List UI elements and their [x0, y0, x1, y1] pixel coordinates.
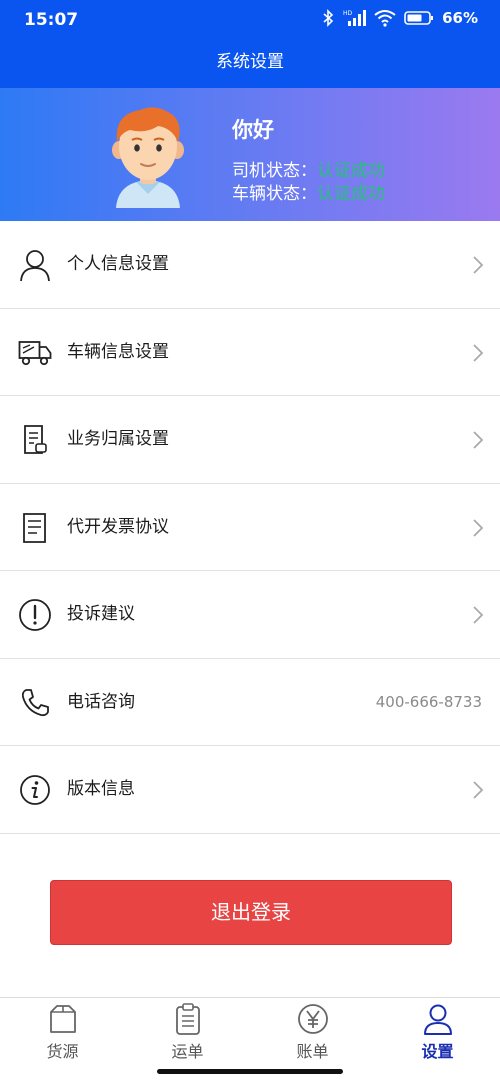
clipboard-icon — [176, 1003, 200, 1035]
logout-button[interactable]: 退出登录 — [50, 880, 452, 945]
vehicle-status-value: 认证成功 — [317, 184, 385, 204]
greeting: 你好 — [232, 118, 274, 142]
profile-banner: 你好 司机状态：认证成功 车辆状态：认证成功 — [0, 88, 500, 221]
menu-item-complaints[interactable]: 投诉建议 — [0, 571, 500, 659]
menu-label: 车辆信息设置 — [67, 341, 169, 362]
vehicle-status: 车辆状态：认证成功 — [232, 183, 385, 205]
status-time: 15:07 — [24, 10, 79, 30]
battery-icon — [404, 11, 434, 25]
tab-label: 运单 — [171, 1042, 204, 1061]
yen-icon — [298, 1004, 328, 1034]
person-icon — [20, 250, 50, 282]
svg-text:HD: HD — [343, 10, 353, 17]
status-bar: 15:07 HD 66% — [0, 0, 500, 40]
user-icon — [424, 1004, 452, 1035]
tab-label: 货源 — [46, 1042, 79, 1061]
document-icon — [24, 425, 47, 454]
tab-supply[interactable]: 货源 — [0, 998, 125, 1080]
menu-label: 个人信息设置 — [67, 254, 169, 274]
menu-item-personal-info[interactable]: 个人信息设置 — [0, 221, 500, 309]
avatar — [112, 107, 184, 208]
menu-item-invoice-agreement[interactable]: 代开发票协议 — [0, 483, 500, 571]
wifi-icon — [374, 10, 396, 27]
battery-percent: 66% — [442, 9, 478, 27]
driver-status-label: 司机状态： — [232, 161, 317, 181]
truck-icon — [18, 340, 52, 365]
tab-bill[interactable]: 账单 — [250, 998, 375, 1080]
bluetooth-icon — [323, 9, 334, 27]
tab-label: 账单 — [296, 1042, 329, 1061]
status-icons: HD 66% — [322, 9, 478, 27]
tab-settings[interactable]: 设置 — [375, 998, 500, 1080]
exclamation-icon — [19, 599, 51, 631]
menu-item-phone-consult[interactable]: 电话咨询 400-666-8733 — [0, 658, 500, 746]
menu-label: 投诉建议 — [67, 604, 135, 624]
phone-number[interactable]: 400-666-8733 — [376, 659, 482, 746]
chevron-right-icon — [473, 256, 484, 274]
bottom-tab-bar: 货源 运单 账单 设置 — [0, 997, 500, 1080]
chevron-right-icon — [473, 518, 484, 537]
vehicle-status-label: 车辆状态： — [232, 184, 317, 204]
menu-item-business-ownership[interactable]: 业务归属设置 — [0, 396, 500, 484]
driver-status: 司机状态：认证成功 — [232, 160, 385, 182]
menu-label: 代开发票协议 — [67, 516, 169, 537]
chevron-right-icon — [473, 606, 484, 624]
tab-label: 设置 — [421, 1042, 454, 1061]
signal-icon: HD — [343, 10, 367, 26]
menu-item-vehicle-info[interactable]: 车辆信息设置 — [0, 308, 500, 396]
chevron-right-icon — [473, 343, 484, 362]
tab-waybill[interactable]: 运单 — [125, 998, 250, 1080]
page-title: 系统设置 — [0, 40, 500, 88]
menu-label: 电话咨询 — [67, 691, 135, 712]
driver-status-value: 认证成功 — [317, 161, 385, 181]
chevron-right-icon — [473, 781, 484, 799]
menu-label: 版本信息 — [67, 779, 135, 799]
home-indicator[interactable] — [157, 1069, 343, 1074]
phone-icon — [21, 688, 49, 716]
menu-item-version-info[interactable]: 版本信息 — [0, 746, 500, 834]
chevron-right-icon — [473, 431, 484, 449]
invoice-icon — [23, 512, 46, 543]
menu-label: 业务归属设置 — [67, 429, 169, 449]
settings-list: 个人信息设置 车辆信息设置 业务归属设置 代开发票协议 投诉建议 电话咨询 40… — [0, 221, 500, 834]
info-icon — [20, 775, 50, 805]
box-icon — [50, 1005, 76, 1033]
